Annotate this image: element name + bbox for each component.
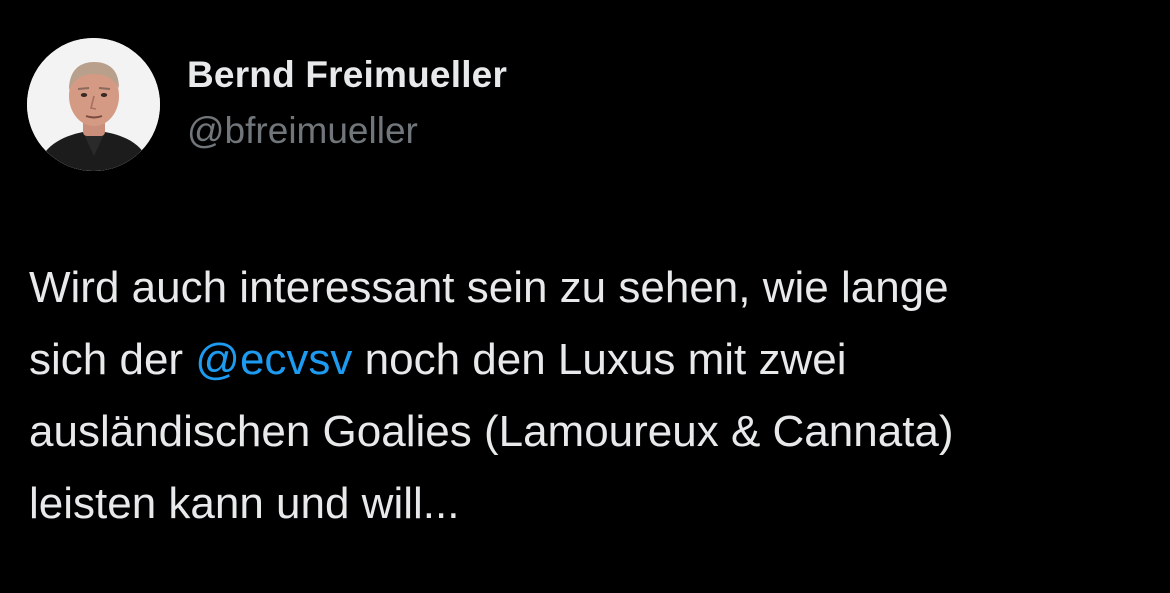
avatar-photo-icon <box>27 38 160 171</box>
tweet-line-2-prefix: sich der <box>29 335 196 384</box>
tweet-card: Bernd Freimueller @bfreimueller Wird auc… <box>0 0 1170 593</box>
tweet-line-4: leisten kann und will... <box>29 479 460 528</box>
tweet-line-2: sich der @ecvsv noch den Luxus mit zwei <box>29 324 1149 396</box>
tweet-line-1: Wird auch interessant sein zu sehen, wie… <box>29 263 949 312</box>
author-handle[interactable]: @bfreimueller <box>187 110 418 152</box>
author-display-name[interactable]: Bernd Freimueller <box>187 54 507 96</box>
author-avatar[interactable] <box>27 38 160 171</box>
mention-link-ecvsv[interactable]: @ecvsv <box>195 335 352 384</box>
tweet-text: Wird auch interessant sein zu sehen, wie… <box>29 252 1149 540</box>
tweet-line-3: ausländischen Goalies (Lamoureux & Canna… <box>29 407 954 456</box>
tweet-line-2-suffix: noch den Luxus mit zwei <box>352 335 847 384</box>
